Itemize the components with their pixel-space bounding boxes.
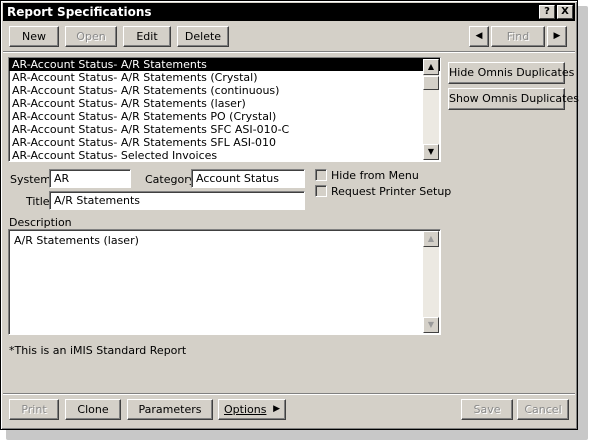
scroll-up-icon[interactable]: ▲ xyxy=(423,59,439,75)
standard-report-note: *This is an iMIS Standard Report xyxy=(9,344,187,357)
list-item[interactable]: AR-Account Status- A/R Statements SFC AS… xyxy=(9,123,440,136)
find-button[interactable]: Find xyxy=(491,26,545,47)
print-button[interactable]: Print xyxy=(9,399,59,420)
list-item[interactable]: AR-Account Status- A/R Statements SFL AS… xyxy=(9,136,440,149)
toolbar-separator xyxy=(3,51,575,53)
clone-button[interactable]: Clone xyxy=(65,399,121,420)
options-arrow-icon: ▶ xyxy=(273,404,280,414)
show-omnis-duplicates-button[interactable]: Show Omnis Duplicates xyxy=(448,88,579,110)
hide-omnis-duplicates-button[interactable]: Hide Omnis Duplicates xyxy=(448,62,574,84)
options-label: Options xyxy=(224,403,267,416)
edit-button[interactable]: Edit xyxy=(123,26,171,47)
system-field[interactable]: AR xyxy=(49,169,131,188)
system-label: System xyxy=(10,173,52,186)
list-item[interactable]: AR-Account Status- A/R Statements (conti… xyxy=(9,84,440,97)
description-field[interactable]: A/R Statements (laser) ▲ ▼ xyxy=(8,229,441,335)
scroll-thumb[interactable] xyxy=(423,76,439,90)
description-label: Description xyxy=(9,216,72,229)
request-printer-setup-checkbox[interactable] xyxy=(315,185,327,197)
new-button[interactable]: New xyxy=(9,26,59,47)
desc-scroll-up-icon[interactable]: ▲ xyxy=(423,231,439,247)
footer-separator xyxy=(3,393,575,395)
cancel-button[interactable]: Cancel xyxy=(517,399,569,420)
category-label: Category xyxy=(145,173,196,186)
list-item[interactable]: AR-Account Status- A/R Statements xyxy=(9,58,440,71)
options-button[interactable]: Options ▶ xyxy=(218,399,286,420)
window-title: Report Specifications xyxy=(7,5,152,19)
request-printer-setup-label: Request Printer Setup xyxy=(331,185,452,198)
category-field[interactable]: Account Status xyxy=(191,169,305,188)
save-button[interactable]: Save xyxy=(461,399,513,420)
help-button[interactable]: ? xyxy=(539,5,555,19)
hide-from-menu-checkbox[interactable] xyxy=(315,169,327,181)
parameters-button[interactable]: Parameters xyxy=(127,399,213,420)
scroll-down-icon[interactable]: ▼ xyxy=(423,144,439,160)
list-item[interactable]: AR-Account Status- A/R Statements (laser… xyxy=(9,97,440,110)
close-button[interactable]: X xyxy=(557,5,573,19)
desc-scroll-down-icon[interactable]: ▼ xyxy=(423,317,439,333)
title-label: Title xyxy=(26,195,50,208)
list-scrollbar[interactable]: ▲ ▼ xyxy=(423,59,439,160)
hide-from-menu-label: Hide from Menu xyxy=(331,169,419,182)
open-button[interactable]: Open xyxy=(65,26,117,47)
delete-button[interactable]: Delete xyxy=(177,26,229,47)
report-specifications-window: Report Specifications ? X New Open Edit … xyxy=(0,0,579,430)
title-field[interactable]: A/R Statements xyxy=(49,191,305,210)
description-text: A/R Statements (laser) xyxy=(14,234,139,247)
list-item[interactable]: AR-Account Status- A/R Statements PO (Cr… xyxy=(9,110,440,123)
report-list[interactable]: AR-Account Status- A/R Statements AR-Acco… xyxy=(8,57,441,162)
previous-arrow-icon[interactable]: ◀ xyxy=(469,26,489,47)
title-bar: Report Specifications ? X xyxy=(3,3,575,21)
list-item[interactable]: AR-Account Status- A/R Statements (Cryst… xyxy=(9,71,440,84)
description-scrollbar[interactable]: ▲ ▼ xyxy=(423,231,439,333)
next-arrow-icon[interactable]: ▶ xyxy=(547,26,567,47)
report-list-items: AR-Account Status- A/R Statements AR-Acco… xyxy=(9,58,440,161)
list-item[interactable]: AR-Account Status- Selected Invoices xyxy=(9,149,440,161)
